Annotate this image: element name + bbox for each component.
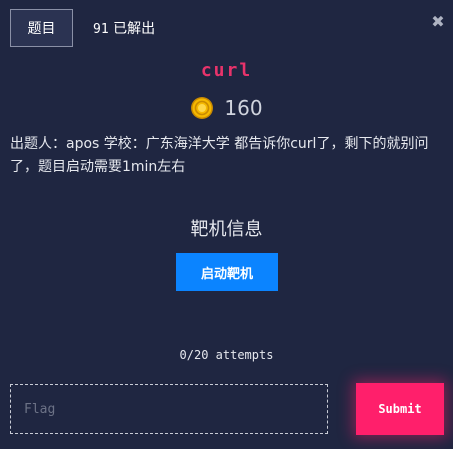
solves-count: 91 xyxy=(93,22,109,37)
start-target-button[interactable]: 启动靶机 xyxy=(176,253,278,291)
submit-button[interactable]: Submit xyxy=(356,383,444,435)
target-section-title: 靶机信息 xyxy=(190,219,263,240)
points-value: 160 xyxy=(224,96,263,120)
flag-input[interactable] xyxy=(10,384,328,434)
tab-challenge[interactable]: 题目 xyxy=(10,9,73,47)
tab-challenge-label: 题目 xyxy=(27,21,56,37)
close-glyph: ✖ xyxy=(431,11,445,31)
solves-info: 91 已解出 xyxy=(93,18,155,38)
challenge-description: 出题人：apos 学校：广东海洋大学 都告诉你curl了，剩下的就别问了，题目启… xyxy=(10,136,429,175)
solves-label: 已解出 xyxy=(113,21,156,37)
coin-icon xyxy=(191,97,214,119)
challenge-title: curl xyxy=(200,60,253,81)
close-icon[interactable]: ✖ xyxy=(429,11,447,31)
start-target-button-label: 启动靶机 xyxy=(200,266,253,282)
challenge-points: 160 xyxy=(0,96,453,120)
attempts-counter: 0/20 attempts xyxy=(179,348,274,362)
submit-button-label: Submit xyxy=(378,402,422,416)
